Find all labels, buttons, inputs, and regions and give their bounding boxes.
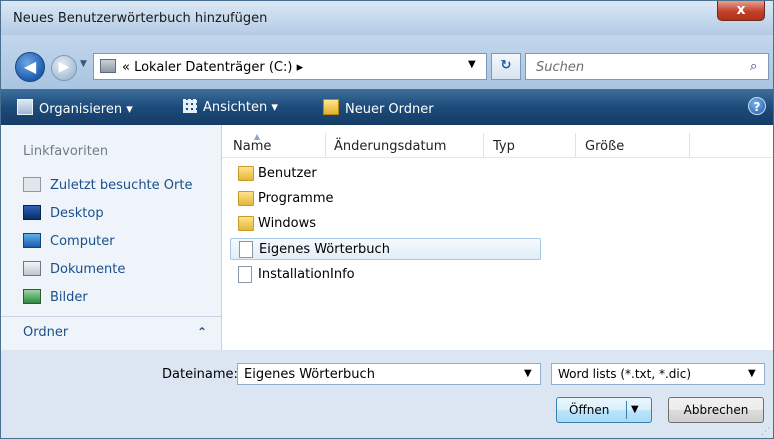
nav-item-label: Dokumente (50, 262, 126, 277)
open-button[interactable]: Öffnen ▼ (556, 397, 652, 423)
file-type-select[interactable]: Word lists (*.txt, *.dic) ▼ (551, 363, 765, 385)
filename-label: Dateiname: (162, 367, 238, 382)
file-type-value: Word lists (*.txt, *.dic) (558, 367, 692, 381)
new-folder-label: Neuer Ordner (345, 102, 434, 117)
organize-label: Organisieren ▾ (39, 102, 133, 117)
views-icon (183, 99, 197, 113)
file-name: Benutzer (258, 166, 317, 181)
desktop-icon (23, 205, 41, 220)
documents-icon (23, 261, 41, 276)
nav-item-desktop[interactable]: Desktop (23, 205, 104, 221)
computer-icon (23, 233, 41, 248)
column-header-type[interactable]: Typ (493, 139, 515, 154)
drive-icon (100, 59, 116, 73)
nav-item-pictures[interactable]: Bilder (23, 289, 88, 305)
window-title: Neues Benutzerwörterbuch hinzufügen (13, 11, 268, 26)
open-button-label: Öffnen (569, 403, 610, 417)
column-divider[interactable] (483, 133, 484, 157)
organize-button[interactable]: Organisieren ▾ (17, 99, 133, 117)
search-input[interactable]: Suchen ⌕ (525, 53, 769, 80)
dialog-window: Neues Benutzerwörterbuch hinzufügen x ◀ … (0, 0, 774, 439)
folder-icon (238, 191, 254, 206)
file-name: InstallationInfo (258, 267, 355, 282)
new-folder-button[interactable]: Neuer Ordner (323, 99, 434, 117)
column-header-name[interactable]: Name (233, 139, 271, 154)
list-item-selected[interactable]: Eigenes Wörterbuch (230, 238, 541, 260)
folder-icon (238, 216, 254, 231)
organize-icon (17, 99, 33, 115)
file-name: Eigenes Wörterbuch (259, 242, 390, 257)
column-header-date[interactable]: Änderungsdatum (334, 139, 446, 154)
title-bar[interactable]: Neues Benutzerwörterbuch hinzufügen x (1, 1, 773, 35)
nav-item-documents[interactable]: Dokumente (23, 261, 125, 277)
list-item[interactable]: Programme (230, 188, 541, 210)
resize-grip-icon[interactable]: ⋰ (761, 427, 770, 437)
list-item[interactable]: Benutzer (230, 163, 541, 185)
nav-item-label: Zuletzt besuchte Orte (50, 178, 193, 193)
column-divider[interactable] (575, 133, 576, 157)
list-item[interactable]: InstallationInfo (230, 264, 541, 286)
cancel-button[interactable]: Abbrechen (668, 397, 764, 423)
list-item[interactable]: Windows (230, 213, 541, 235)
search-icon[interactable]: ⌕ (750, 59, 757, 74)
nav-item-recent-places[interactable]: Zuletzt besuchte Orte (23, 177, 192, 193)
views-button[interactable]: Ansichten ▾ (183, 99, 278, 115)
column-divider[interactable] (325, 133, 326, 157)
search-placeholder: Suchen (536, 60, 585, 75)
help-button[interactable]: ? (748, 97, 766, 115)
refresh-button[interactable]: ↻ (491, 53, 521, 80)
nav-item-label: Bilder (50, 290, 88, 305)
views-label: Ansichten ▾ (203, 100, 278, 115)
split-divider (626, 401, 627, 419)
address-dropdown-icon[interactable]: ▼ (468, 59, 476, 70)
pictures-icon (23, 289, 41, 304)
chevron-down-icon[interactable]: ▼ (524, 368, 532, 379)
header-divider (222, 157, 773, 158)
folders-toggle[interactable]: Ordner (23, 325, 68, 340)
document-icon (239, 241, 253, 258)
address-path[interactable]: « Lokaler Datenträger (C:) ▸ (122, 60, 303, 75)
document-icon (238, 266, 252, 283)
back-button[interactable]: ◀ (15, 52, 45, 82)
divider (1, 316, 221, 317)
column-header-size[interactable]: Größe (585, 139, 624, 154)
nav-item-computer[interactable]: Computer (23, 233, 115, 249)
new-folder-icon (323, 99, 339, 115)
close-button[interactable]: x (717, 1, 765, 21)
chevron-up-icon[interactable]: ⌃ (197, 325, 207, 339)
nav-item-label: Desktop (50, 206, 104, 221)
filename-field[interactable]: Eigenes Wörterbuch ▼ (237, 363, 541, 385)
file-name: Programme (258, 191, 334, 206)
file-name: Windows (258, 216, 317, 231)
address-bar[interactable]: « Lokaler Datenträger (C:) ▸ ▼ (93, 53, 487, 80)
recent-places-icon (23, 177, 41, 192)
chevron-down-icon[interactable]: ▼ (631, 398, 639, 422)
folder-icon (238, 166, 254, 181)
history-dropdown-icon[interactable]: ▼ (80, 59, 87, 69)
forward-button[interactable]: ▶ (51, 55, 77, 81)
favorites-header: Linkfavoriten (23, 144, 109, 159)
column-divider[interactable] (689, 133, 690, 157)
chevron-down-icon[interactable]: ▼ (748, 368, 756, 379)
filename-value[interactable]: Eigenes Wörterbuch (244, 367, 375, 382)
nav-item-label: Computer (50, 234, 115, 249)
